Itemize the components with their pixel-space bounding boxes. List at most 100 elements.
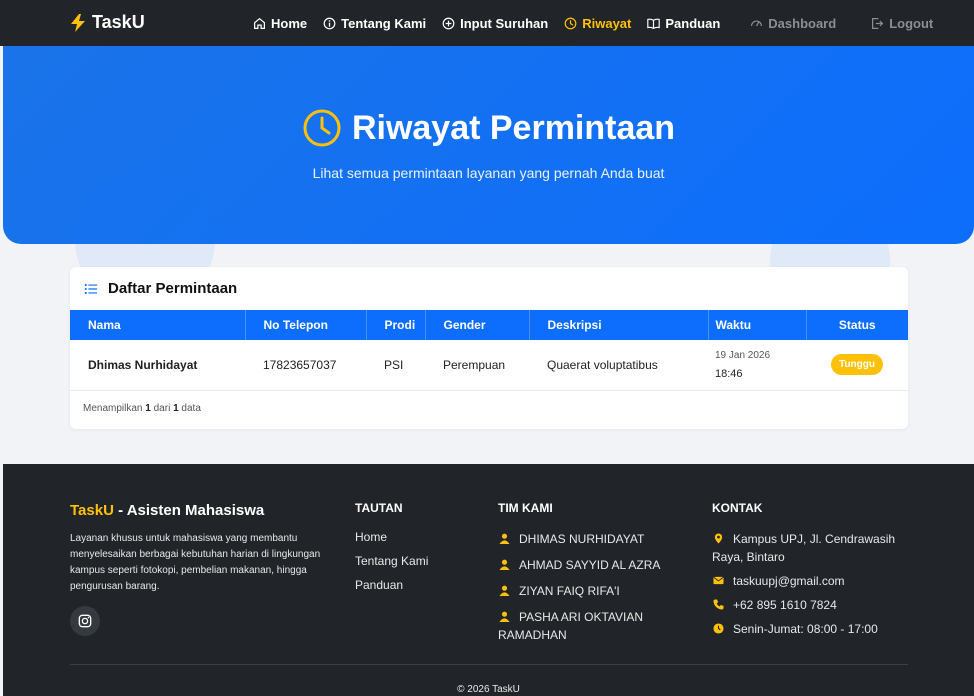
- contact-address-text: Kampus UPJ, Jl. Cendrawasih Raya, Bintar…: [712, 532, 896, 564]
- book-icon: [647, 18, 661, 29]
- summary-prefix: Menampilkan: [83, 403, 143, 414]
- footer-link-tentang-kami[interactable]: Tentang Kami: [355, 554, 428, 570]
- footer-contact-title: KONTAK: [712, 501, 763, 515]
- cell-status: Tunggu: [806, 340, 908, 390]
- user-icon: [499, 533, 510, 544]
- contact-phone[interactable]: +62 895 1610 7824: [712, 596, 912, 614]
- cell-waktu: 19 Jan 2026 18:46: [708, 340, 806, 390]
- list-icon: [84, 283, 98, 294]
- footer-brand-tagline: - Asisten Mahasiswa: [113, 502, 265, 519]
- envelope-icon: [713, 576, 724, 585]
- summary-shown: 1: [145, 403, 151, 414]
- summary-total: 1: [173, 403, 179, 414]
- requests-card: Daftar Permintaan Nama No Telepon Prodi …: [70, 267, 908, 429]
- nav-input-suruhan-label: Input Suruhan: [460, 15, 549, 31]
- footer-brand: TaskU - Asisten Mahasiswa: [70, 502, 264, 519]
- brand-name: TaskU: [92, 12, 145, 32]
- column-header-waktu: Waktu: [708, 310, 807, 340]
- nav-panduan[interactable]: Panduan: [647, 16, 720, 31]
- footer-copyright: © 2026 TaskU: [457, 684, 520, 695]
- cell-tanggal: 19 Jan 2026: [715, 349, 771, 361]
- clock-icon: [303, 109, 341, 147]
- nav-input-suruhan[interactable]: Input Suruhan: [442, 16, 548, 31]
- instagram-button[interactable]: [70, 606, 100, 636]
- team-member-name: ZIYAN FAIQ RIFA'I: [519, 584, 620, 598]
- footer-contact: Kampus UPJ, Jl. Cendrawasih Raya, Bintar…: [712, 530, 912, 644]
- nav-logout[interactable]: Logout: [871, 16, 933, 31]
- footer-link-panduan[interactable]: Panduan: [355, 578, 428, 594]
- team-member: AHMAD SAYYID AL AZRA: [498, 556, 688, 574]
- user-icon: [499, 559, 510, 570]
- nav-home[interactable]: Home: [253, 16, 307, 31]
- table-row[interactable]: Dhimas Nurhidayat 17823657037 PSI Peremp…: [70, 340, 908, 390]
- nav-panduan-label: Panduan: [665, 15, 721, 31]
- info-icon: [323, 17, 336, 29]
- contact-email-text: taskuupj@gmail.com: [733, 574, 845, 588]
- cell-gender: Perempuan: [443, 357, 506, 372]
- nav-riwayat-label: Riwayat: [582, 15, 632, 31]
- contact-phone-text: +62 895 1610 7824: [733, 598, 837, 612]
- navbar: TaskU Home Tentang Kami Input Suruhan Ri…: [0, 0, 974, 46]
- summary-mid: dari: [153, 403, 171, 414]
- team-member-name: DHIMAS NURHIDAYAT: [519, 532, 645, 546]
- column-header-nama: Nama: [70, 310, 246, 340]
- footer-description: Layanan khusus untuk mahasiswa yang memb…: [70, 533, 321, 592]
- clock-icon: [713, 623, 724, 634]
- footer-divider: [70, 664, 908, 665]
- nav-tentang-kami-label: Tentang Kami: [341, 15, 427, 31]
- nav-logout-label: Logout: [889, 15, 934, 31]
- table-header-row: Nama No Telepon Prodi Gender Deskripsi W…: [70, 310, 908, 340]
- lightning-icon: [71, 13, 85, 32]
- column-header-status: Status: [838, 318, 876, 332]
- footer-links: Home Tentang Kami Panduan: [355, 530, 428, 602]
- map-pin-icon: [714, 533, 723, 544]
- column-header-gender: Gender: [425, 310, 530, 340]
- footer-team: DHIMAS NURHIDAYAT AHMAD SAYYID AL AZRA Z…: [498, 530, 688, 652]
- home-icon: [254, 17, 265, 29]
- cell-prodi: PSI: [384, 357, 404, 372]
- cell-jam: 18:46: [715, 367, 743, 380]
- card-header: Daftar Permintaan: [70, 267, 908, 310]
- instagram-icon: [78, 614, 92, 628]
- team-member: DHIMAS NURHIDAYAT: [498, 530, 688, 548]
- footer-link-home[interactable]: Home: [355, 530, 428, 546]
- clock-icon: [564, 17, 577, 29]
- nav-menu: Home Tentang Kami Input Suruhan Riwayat …: [253, 0, 949, 46]
- card-title: Daftar Permintaan: [108, 280, 238, 297]
- column-header-no-telepon: No Telepon: [245, 310, 367, 340]
- nav-dashboard-label: Dashboard: [768, 15, 837, 31]
- speedometer-icon: [751, 20, 763, 26]
- status-badge: Tunggu: [831, 354, 883, 376]
- cell-deskripsi: Quaerat voluptatibus: [547, 357, 658, 372]
- summary-suffix: data: [181, 403, 201, 414]
- contact-hours: Senin-Jumat: 08:00 - 17:00: [712, 620, 912, 638]
- page-title: Riwayat Permintaan: [3, 108, 974, 148]
- nav-dashboard[interactable]: Dashboard: [750, 16, 836, 31]
- nav-riwayat[interactable]: Riwayat: [564, 16, 631, 31]
- cell-nama: Dhimas Nurhidayat: [88, 357, 198, 372]
- contact-hours-text: Senin-Jumat: 08:00 - 17:00: [733, 622, 878, 636]
- nav-tentang-kami[interactable]: Tentang Kami: [323, 16, 426, 31]
- team-member: PASHA ARI OKTAVIAN RAMADHAN: [498, 608, 688, 644]
- user-icon: [499, 611, 510, 622]
- table-summary: Menampilkan 1 dari 1 data: [83, 403, 201, 414]
- column-header-prodi: Prodi: [366, 310, 426, 340]
- column-header-deskripsi: Deskripsi: [529, 310, 709, 340]
- footer: TaskU - Asisten Mahasiswa Layanan khusus…: [3, 464, 974, 696]
- logout-icon: [872, 17, 884, 29]
- footer-brand-name: TaskU: [70, 502, 114, 519]
- contact-address: Kampus UPJ, Jl. Cendrawasih Raya, Bintar…: [712, 530, 912, 566]
- brand-logo[interactable]: TaskU: [70, 12, 145, 33]
- team-member-name: PASHA ARI OKTAVIAN RAMADHAN: [498, 610, 644, 642]
- footer-team-title: TIM KAMI: [498, 501, 553, 515]
- footer-links-title: TAUTAN: [355, 501, 403, 515]
- phone-icon: [713, 599, 724, 610]
- page-title-text: Riwayat Permintaan: [351, 108, 676, 147]
- team-member-name: AHMAD SAYYID AL AZRA: [519, 558, 661, 572]
- requests-table: Nama No Telepon Prodi Gender Deskripsi W…: [70, 310, 908, 391]
- plus-circle-icon: [442, 17, 455, 29]
- team-member: ZIYAN FAIQ RIFA'I: [498, 582, 688, 600]
- contact-email[interactable]: taskuupj@gmail.com: [712, 572, 912, 590]
- user-icon: [499, 585, 510, 596]
- nav-home-label: Home: [271, 15, 308, 31]
